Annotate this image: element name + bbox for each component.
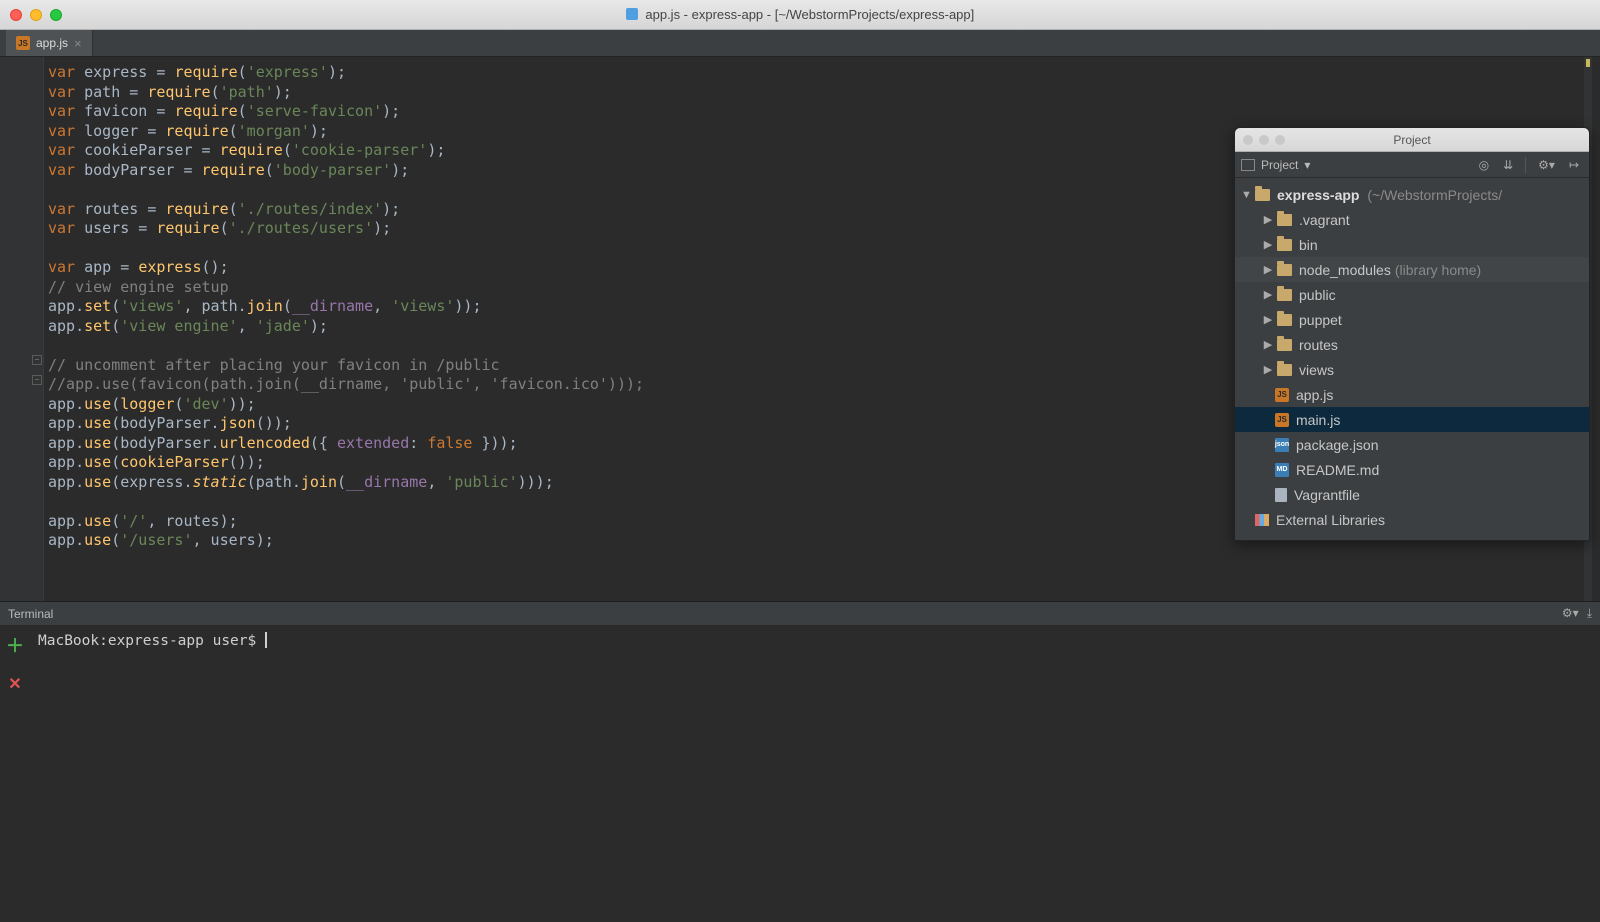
terminal-gutter: ＋ ✕ [0,626,30,922]
fold-marker-icon[interactable]: − [32,355,42,365]
terminal-new-session-button[interactable]: ＋ [6,632,24,658]
md-file-icon: MD [1275,463,1289,477]
tree-item[interactable]: ▶public [1235,282,1589,307]
expand-arrow-icon[interactable]: ▶ [1263,288,1273,301]
terminal-panel: Terminal ⚙▾ ⤓ ＋ ✕ MacBook:express-app us… [0,601,1600,922]
project-tool-window[interactable]: Project Project ▾ ◎ ⇊ ⚙▾ ↦ ▼ express-app… [1234,127,1590,541]
folder-icon [1277,239,1292,251]
panel-close-button[interactable] [1243,135,1253,145]
terminal-content[interactable]: MacBook:express-app user$ [30,626,1600,922]
expand-arrow-icon[interactable]: ▶ [1263,263,1273,276]
toolbar-separator [1525,157,1526,173]
terminal-hide-icon[interactable]: ⤓ [1587,606,1592,621]
json-file-icon: json [1275,438,1289,452]
window-controls [10,9,62,21]
project-view-label: Project [1261,158,1298,172]
project-view-icon [1241,159,1255,171]
editor-tab-label: app.js [36,36,68,50]
window-zoom-button[interactable] [50,9,62,21]
chevron-down-icon: ▾ [1304,158,1310,172]
expand-arrow-icon[interactable]: ▶ [1263,338,1273,351]
folder-icon [1277,314,1292,326]
tree-item[interactable]: JSmain.js [1235,407,1589,432]
hide-panel-button[interactable]: ↦ [1565,158,1583,172]
expand-arrow-icon[interactable]: ▶ [1263,238,1273,251]
terminal-header: Terminal ⚙▾ ⤓ [0,602,1600,626]
tree-item[interactable]: ▶.vagrant [1235,207,1589,232]
tree-item[interactable]: Vagrantfile [1235,482,1589,507]
tree-item[interactable]: ▶routes [1235,332,1589,357]
project-tree[interactable]: ▼ express-app (~/WebstormProjects/ ▶.vag… [1235,178,1589,540]
tree-item[interactable]: ▶bin [1235,232,1589,257]
expand-arrow-icon[interactable]: ▼ [1241,189,1251,201]
project-view-selector[interactable]: Project ▾ [1241,158,1310,172]
editor-tabstrip: JS app.js × [0,30,1600,57]
terminal-cursor [265,632,267,648]
folder-icon [1255,189,1270,201]
folder-icon [1277,264,1292,276]
project-window-titlebar[interactable]: Project [1235,128,1589,152]
tree-external-libs[interactable]: External Libraries [1235,507,1589,532]
file-type-icon [626,8,638,20]
terminal-title: Terminal [8,607,53,621]
folder-icon [1277,289,1292,301]
window-titlebar: app.js - express-app - [~/WebstormProjec… [0,0,1600,30]
project-panel-toolbar: Project ▾ ◎ ⇊ ⚙▾ ↦ [1235,152,1589,178]
terminal-prompt: MacBook:express-app user$ [38,633,265,649]
folder-icon [1277,339,1292,351]
tree-item[interactable]: ▶views [1235,357,1589,382]
editor-tab[interactable]: JS app.js × [6,30,93,56]
text-file-icon [1275,488,1287,502]
window-title-text: app.js - express-app - [~/WebstormProjec… [645,7,974,22]
tree-item[interactable]: jsonpackage.json [1235,432,1589,457]
tree-item[interactable]: JSapp.js [1235,382,1589,407]
tree-item[interactable]: MDREADME.md [1235,457,1589,482]
fold-marker-icon[interactable]: − [32,375,42,385]
window-title: app.js - express-app - [~/WebstormProjec… [0,7,1600,22]
tab-close-icon[interactable]: × [74,36,82,51]
js-file-icon: JS [16,36,30,50]
expand-arrow-icon[interactable]: ▶ [1263,313,1273,326]
libraries-icon [1255,514,1269,526]
window-minimize-button[interactable] [30,9,42,21]
expand-arrow-icon[interactable]: ▶ [1263,363,1273,376]
terminal-body: ＋ ✕ MacBook:express-app user$ [0,626,1600,922]
expand-arrow-icon[interactable]: ▶ [1263,213,1273,226]
tree-item[interactable]: ▶puppet [1235,307,1589,332]
editor-area[interactable]: − − var express = require('express'); va… [0,57,1600,601]
terminal-close-session-button[interactable]: ✕ [8,674,21,694]
js-file-icon: JS [1275,413,1289,427]
js-file-icon: JS [1275,388,1289,402]
locate-file-button[interactable]: ◎ [1475,158,1493,172]
project-window-title: Project [1235,133,1589,147]
settings-gear-icon[interactable]: ⚙▾ [1534,158,1559,172]
terminal-settings-icon[interactable]: ⚙▾ [1562,606,1579,621]
folder-icon [1277,214,1292,226]
collapse-all-button[interactable]: ⇊ [1499,158,1517,172]
window-close-button[interactable] [10,9,22,21]
panel-window-controls [1243,135,1285,145]
panel-zoom-button[interactable] [1275,135,1285,145]
tree-root[interactable]: ▼ express-app (~/WebstormProjects/ [1235,182,1589,207]
panel-minimize-button[interactable] [1259,135,1269,145]
folder-icon [1277,364,1292,376]
tree-item[interactable]: ▶node_modules (library home) [1235,257,1589,282]
editor-gutter: − − [0,57,44,601]
